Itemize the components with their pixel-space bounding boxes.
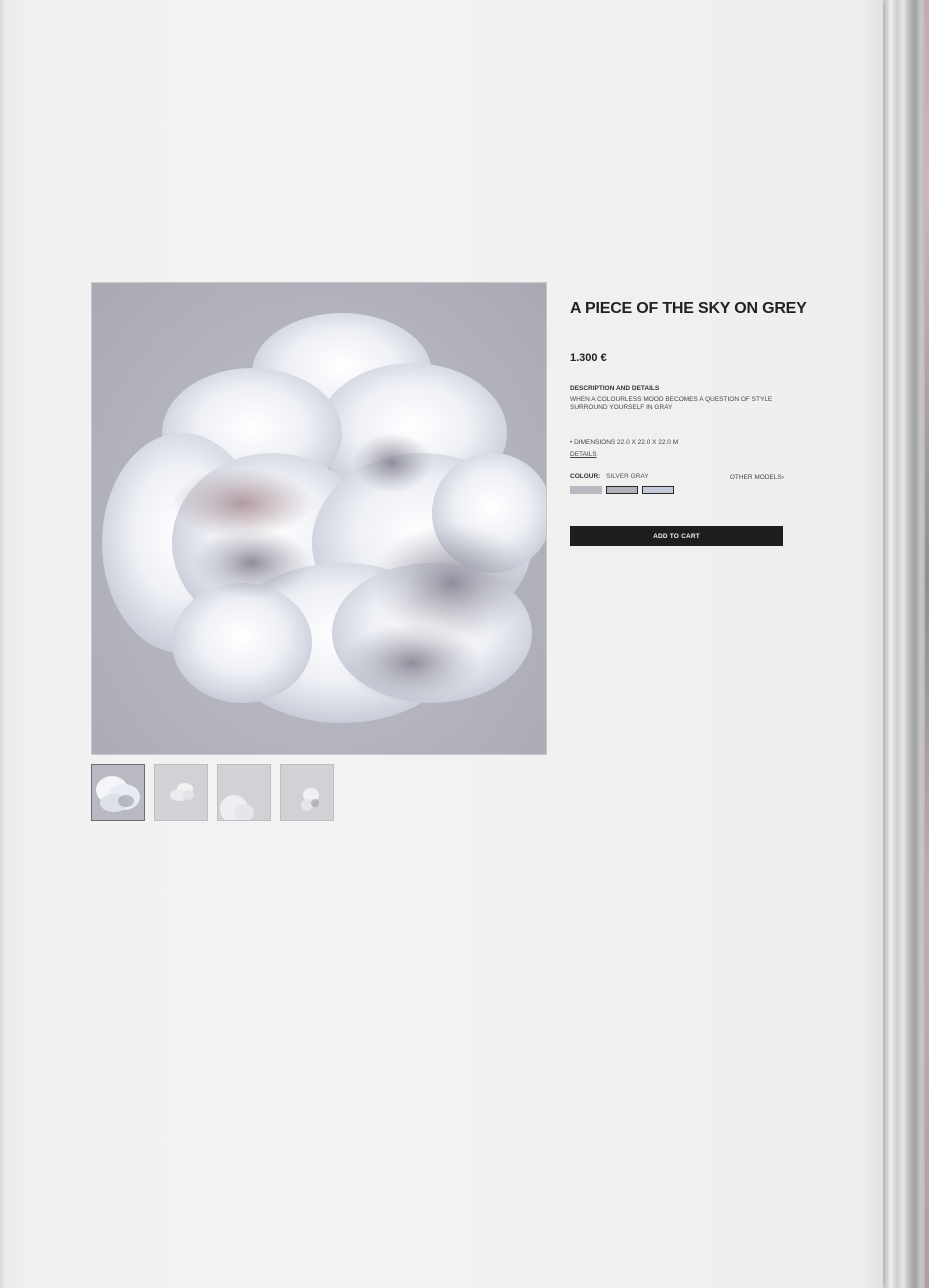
product-info-panel: A PIECE OF THE SKY ON GREY 1.300 € DESCR… bbox=[570, 300, 810, 546]
swatch-gray[interactable] bbox=[606, 486, 638, 494]
cloud-thumbnail-icon bbox=[170, 783, 194, 801]
cloud-thumbnail-icon bbox=[220, 795, 254, 820]
colour-value: SILVER GRAY bbox=[606, 473, 649, 480]
description-heading: DESCRIPTION AND DETAILS bbox=[570, 385, 660, 392]
cloud-image bbox=[102, 313, 546, 723]
other-models-link[interactable]: OTHER MODELS› bbox=[730, 474, 784, 481]
swatch-blue-gray[interactable] bbox=[642, 486, 674, 494]
colour-row: COLOUR: SILVER GRAY OTHER MODELS› bbox=[570, 473, 784, 481]
dimensions-text: • DIMENSIONS 22.0 X 22.0 X 22.0 M bbox=[570, 439, 679, 446]
swatch-silver-gray[interactable] bbox=[570, 486, 602, 494]
thumbnail-3[interactable] bbox=[217, 764, 271, 821]
page-stack-edges bbox=[881, 0, 929, 1288]
colour-label: COLOUR: bbox=[570, 473, 601, 480]
product-title: A PIECE OF THE SKY ON GREY bbox=[570, 300, 807, 317]
cloud-thumbnail-icon bbox=[301, 788, 319, 811]
thumbnail-4[interactable] bbox=[280, 764, 334, 821]
page-edge-accent bbox=[925, 0, 929, 1288]
add-to-cart-button[interactable]: ADD TO CART bbox=[570, 526, 783, 546]
product-main-image[interactable] bbox=[91, 282, 547, 755]
cloud-thumbnail-icon bbox=[96, 776, 140, 812]
description-line: SURROUND YOURSELF IN GRAY bbox=[570, 404, 673, 411]
thumbnail-1[interactable] bbox=[91, 764, 145, 821]
thumbnail-strip bbox=[91, 764, 334, 821]
colour-swatches bbox=[570, 486, 674, 494]
product-price: 1.300 € bbox=[570, 352, 607, 364]
thumbnail-2[interactable] bbox=[154, 764, 208, 821]
details-link[interactable]: DETAILS bbox=[570, 451, 597, 458]
description-line: WHEN A COLOURLESS MOOD BECOMES A QUESTIO… bbox=[570, 396, 773, 403]
product-page: A PIECE OF THE SKY ON GREY 1.300 € DESCR… bbox=[0, 0, 883, 1288]
